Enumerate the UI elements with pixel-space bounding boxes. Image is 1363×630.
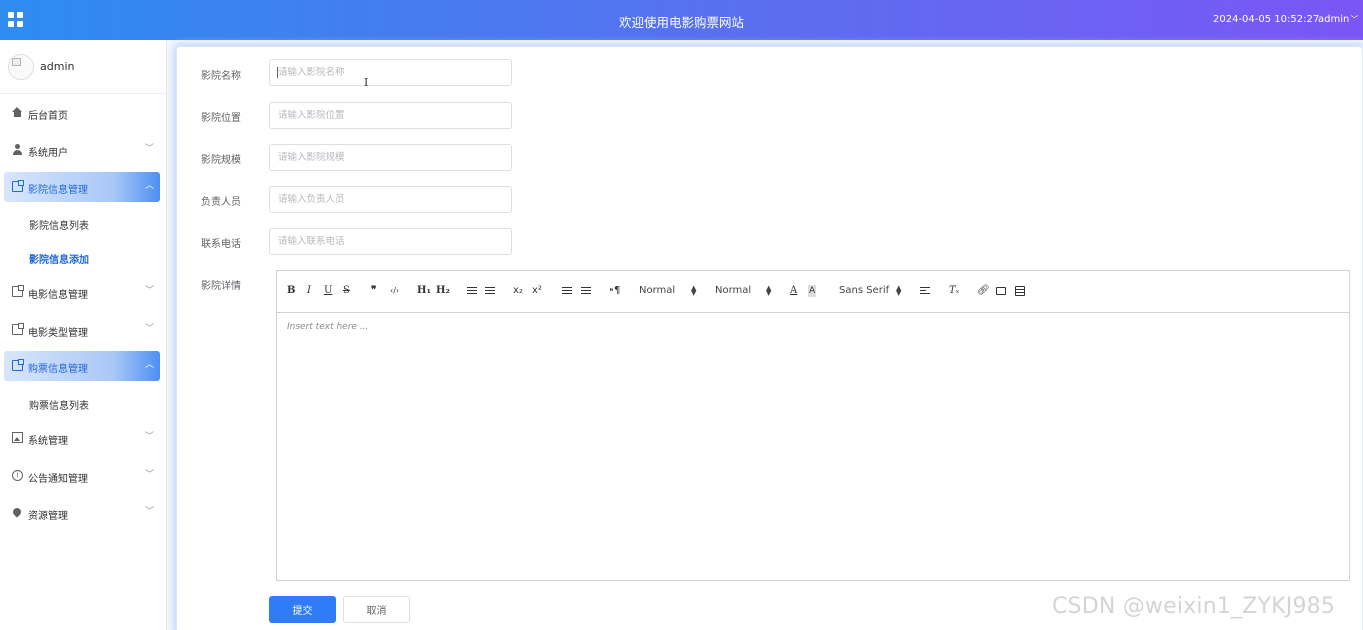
chevron-down-icon: ﹀ [144, 507, 154, 517]
top-header: 欢迎使用电影购票网站 2024-04-05 10:52:27 admin﹀ [0, 0, 1363, 40]
code-block-button[interactable]: ‹/› [390, 285, 399, 297]
cinema-scale-label: 影院规模 [201, 155, 241, 166]
manager-input[interactable] [269, 186, 512, 213]
sidebar-item-notice-management[interactable]: i 公告通知管理 ﹀ [4, 461, 160, 491]
sidebar-item-label: 影院信息管理 [28, 185, 88, 196]
superscript-button[interactable]: x² [532, 285, 542, 297]
sidebar-item-label: 系统管理 [28, 436, 68, 447]
phone-label: 联系电话 [201, 239, 241, 250]
select-arrows-icon: ▲ ▼ [691, 284, 697, 297]
document-icon [12, 359, 24, 371]
header-1-button[interactable]: H₁ [417, 285, 431, 297]
sidebar-item-ticket-management[interactable]: 购票信息管理 ︿ [4, 351, 160, 381]
sidebar-subitem-cinema-list[interactable]: 影院信息列表 [29, 217, 89, 232]
user-dropdown[interactable]: admin﹀ [1318, 14, 1358, 25]
link-icon[interactable]: 🔗︎ [977, 285, 990, 297]
sidebar-item-cinema-management[interactable]: 影院信息管理 ︿ [4, 172, 160, 202]
video-icon[interactable] [1015, 286, 1025, 296]
outdent-icon[interactable] [562, 287, 572, 295]
sidebar-item-label: 后台首页 [28, 111, 68, 122]
sidebar-item-label: 电影信息管理 [28, 290, 88, 301]
cinema-location-label: 影院位置 [201, 113, 241, 124]
chevron-up-icon: ︿ [144, 360, 154, 370]
info-icon: i [12, 470, 23, 481]
chevron-up-icon: ︿ [144, 181, 154, 191]
sidebar-item-system-users[interactable]: 系统用户 ﹀ [4, 135, 160, 165]
align-icon[interactable] [920, 287, 930, 295]
ibeam-cursor-icon: I [364, 76, 369, 89]
sidebar-item-movie-type-management[interactable]: 电影类型管理 ﹀ [4, 315, 160, 345]
sidebar-item-system-management[interactable]: 系统管理 ﹀ [4, 423, 160, 453]
profile-block: admin [0, 40, 166, 94]
chevron-down-icon: ﹀ [144, 144, 154, 154]
document-icon [12, 323, 24, 335]
background-color-button[interactable]: A [808, 285, 817, 297]
sidebar-item-label: 资源管理 [28, 511, 68, 522]
chevron-down-icon: ﹀ [144, 324, 154, 334]
sidebar-subitem-ticket-list[interactable]: 购票信息列表 [29, 397, 89, 412]
text-caret [277, 67, 278, 78]
sidebar-item-label: 电影类型管理 [28, 328, 88, 339]
submit-button[interactable]: 提交 [269, 596, 336, 623]
indent-icon[interactable] [581, 287, 591, 295]
italic-button[interactable]: I [307, 285, 311, 297]
watermark: CSDN @weixin1_ZYKJ985 [1052, 594, 1336, 619]
chevron-down-icon: ﹀ [1350, 15, 1359, 24]
user-dropdown-label: admin [1318, 14, 1350, 25]
sidebar-item-label: 系统用户 [28, 148, 68, 159]
profile-name: admin [40, 60, 75, 73]
chevron-down-icon: ﹀ [144, 432, 154, 442]
header-select-value: Normal [715, 285, 752, 296]
sidebar-item-label: 公告通知管理 [28, 474, 88, 485]
sidebar-subitem-cinema-add[interactable]: 影院信息添加 [29, 251, 89, 266]
editor-placeholder[interactable]: Insert text here ... [287, 322, 368, 332]
select-arrows-icon: ▲ ▼ [766, 284, 772, 297]
cinema-name-input[interactable] [269, 59, 512, 86]
size-select[interactable]: Normal ▲ ▼ [639, 284, 697, 297]
sidebar-item-label: 购票信息管理 [28, 364, 88, 375]
bold-button[interactable]: B [287, 285, 295, 297]
site-title: 欢迎使用电影购票网站 [618, 15, 744, 30]
font-family-select-value: Sans Serif [839, 285, 890, 296]
document-icon [12, 285, 24, 297]
sidebar-item-movie-management[interactable]: 电影信息管理 ﹀ [4, 277, 160, 307]
ordered-list-icon[interactable] [467, 287, 477, 295]
cinema-location-input[interactable] [269, 102, 512, 129]
editor-toolbar: B I U S ❞ ‹/› H₁ H₂ x₂ x² ⁍¶ Normal ▲ ▼ N… [277, 271, 1349, 313]
clean-format-button[interactable]: Tₓ [949, 285, 959, 297]
underline-button[interactable]: U [324, 285, 332, 297]
manager-label: 负责人员 [201, 197, 241, 208]
home-icon-base [14, 112, 21, 117]
text-direction-button[interactable]: ⁍¶ [609, 285, 620, 297]
blockquote-button[interactable]: ❞ [371, 285, 376, 297]
cinema-name-label: 影院名称 [201, 71, 241, 82]
document-icon [12, 180, 24, 192]
bullet-list-icon[interactable] [485, 287, 495, 295]
cinema-scale-input[interactable] [269, 144, 512, 171]
strike-button[interactable]: S [343, 285, 350, 297]
picture-icon [12, 432, 23, 443]
location-icon [11, 506, 23, 518]
sidebar-item-home[interactable]: 后台首页 [4, 98, 160, 128]
image-icon[interactable] [996, 287, 1006, 295]
details-label: 影院详情 [201, 281, 241, 292]
chevron-down-icon: ﹀ [144, 286, 154, 296]
current-datetime: 2024-04-05 10:52:27 [1213, 14, 1320, 25]
user-icon [12, 144, 23, 155]
cancel-button[interactable]: 取消 [343, 596, 410, 623]
header-select[interactable]: Normal ▲ ▼ [715, 284, 773, 297]
header-2-button[interactable]: H₂ [436, 285, 450, 297]
subscript-button[interactable]: x₂ [513, 285, 523, 297]
chevron-down-icon: ﹀ [144, 470, 154, 480]
font-family-select[interactable]: Sans Serif ▲ ▼ [839, 284, 905, 297]
font-color-button[interactable]: A [790, 285, 797, 297]
sidebar-item-resource-management[interactable]: 资源管理 ﹀ [4, 498, 160, 528]
select-arrows-icon: ▲ ▼ [896, 284, 902, 297]
rich-text-editor: B I U S ❞ ‹/› H₁ H₂ x₂ x² ⁍¶ Normal ▲ ▼ N… [276, 270, 1350, 581]
size-select-value: Normal [639, 285, 676, 296]
phone-input[interactable] [269, 228, 512, 255]
avatar [8, 54, 34, 80]
